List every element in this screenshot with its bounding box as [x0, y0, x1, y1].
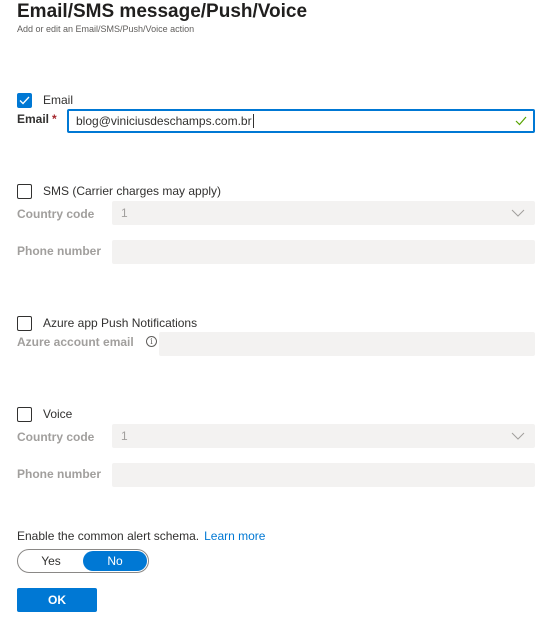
push-checkbox-row[interactable]: Azure app Push Notifications — [17, 314, 197, 332]
schema-option-no[interactable]: No — [83, 551, 147, 571]
email-checkbox[interactable] — [17, 92, 32, 108]
sms-checkbox-row[interactable]: SMS (Carrier charges may apply) — [17, 182, 221, 200]
chevron-down-icon — [511, 209, 525, 217]
voice-country-code-value: 1 — [121, 429, 128, 443]
sms-country-code-value: 1 — [121, 206, 128, 220]
voice-phone-input[interactable] — [112, 463, 535, 487]
sms-phone-label: Phone number — [17, 244, 102, 258]
voice-phone-label: Phone number — [17, 467, 102, 481]
email-label-text: Email — [17, 112, 50, 126]
email-checkbox-label: Email — [43, 93, 74, 107]
email-input-value: blog@viniciusdeschamps.com.br — [76, 114, 252, 128]
schema-label: Enable the common alert schema. — [17, 529, 200, 543]
ok-button[interactable]: OK — [17, 588, 97, 612]
sms-checkbox[interactable] — [17, 183, 32, 199]
push-account-email-label: Azure account email — [17, 335, 134, 349]
push-account-email-input[interactable] — [159, 332, 535, 356]
text-cursor — [252, 114, 254, 128]
voice-country-code-dropdown[interactable]: 1 — [112, 424, 535, 448]
sms-phone-input[interactable] — [112, 240, 535, 264]
sms-checkbox-label: SMS (Carrier charges may apply) — [43, 184, 222, 198]
panel-subtitle: Add or edit an Email/SMS/Push/Voice acti… — [17, 24, 195, 34]
push-checkbox[interactable] — [17, 315, 32, 331]
voice-checkbox-row[interactable]: Voice — [17, 405, 72, 423]
panel-title: Email/SMS message/Push/Voice — [17, 1, 308, 22]
required-marker: * — [52, 112, 57, 126]
sms-country-code-label: Country code — [17, 207, 95, 221]
sms-country-code-dropdown[interactable]: 1 — [112, 201, 535, 225]
email-input[interactable]: blog@viniciusdeschamps.com.br — [67, 109, 535, 133]
valid-check-icon — [515, 116, 527, 126]
info-icon[interactable]: i — [146, 336, 157, 347]
voice-country-code-label: Country code — [17, 430, 95, 444]
voice-checkbox-label: Voice — [43, 407, 73, 421]
schema-toggle[interactable]: Yes No — [17, 549, 149, 573]
email-checkbox-row[interactable]: Email — [17, 91, 73, 109]
voice-checkbox[interactable] — [17, 406, 32, 422]
schema-row: Enable the common alert schema. Learn mor… — [17, 529, 265, 543]
schema-option-yes[interactable]: Yes — [19, 551, 83, 571]
push-checkbox-label: Azure app Push Notifications — [43, 316, 198, 330]
chevron-down-icon — [511, 432, 525, 440]
learn-more-link[interactable]: Learn more — [204, 529, 265, 543]
checkmark-icon — [19, 96, 30, 104]
email-field-label: Email * — [17, 112, 57, 126]
